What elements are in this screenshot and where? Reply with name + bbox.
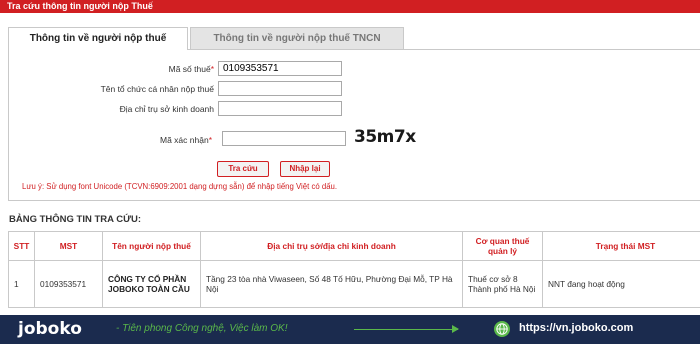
column-header-agency: Cơ quan thuế quản lý: [462, 231, 543, 261]
arrow-right-icon: [452, 325, 459, 333]
column-header-status: Trạng thái MST: [542, 231, 700, 261]
results-table: STT MST Tên người nộp thuế Địa chỉ trụ s…: [8, 231, 700, 308]
captcha-image: 35m7x: [354, 127, 416, 147]
cell-name: CÔNG TY CỔ PHẦN JOBOKO TOÀN CẦU: [102, 260, 201, 308]
captcha-label: Mã xác nhận*: [160, 135, 212, 145]
tab-personal-income-taxpayer-info[interactable]: Thông tin về người nộp thuế TNCN: [190, 27, 404, 49]
page: Tra cứu thông tin người nộp Thuế Thông t…: [0, 0, 700, 344]
search-button[interactable]: Tra cứu: [217, 161, 269, 177]
cell-status: NNT đang hoạt động: [542, 260, 700, 308]
column-header-stt: STT: [8, 231, 35, 261]
column-header-mst: MST: [34, 231, 103, 261]
results-section-title: BẢNG THÔNG TIN TRA CỨU:: [9, 214, 142, 225]
org-name-label: Tên tổ chức cá nhân nộp thuế: [100, 84, 214, 94]
captcha-input[interactable]: [222, 131, 346, 146]
column-header-address: Địa chỉ trụ sở/địa chỉ kinh doanh: [200, 231, 463, 261]
globe-icon: [494, 321, 510, 337]
footer-banner: joboko - Tiên phong Công nghệ, Việc làm …: [0, 315, 700, 344]
cell-stt: 1: [8, 260, 35, 308]
tax-code-label: Mã số thuế*: [168, 64, 214, 74]
cell-address: Tầng 23 tòa nhà Viwaseen, Số 48 Tố Hữu, …: [200, 260, 463, 308]
joboko-logo: joboko: [18, 319, 82, 339]
footer-slogan: - Tiên phong Công nghệ, Việc làm OK!: [116, 323, 288, 334]
table-header-row: STT MST Tên người nộp thuế Địa chỉ trụ s…: [8, 231, 700, 261]
unicode-note: Lưu ý: Sử dụng font Unicode (TCVN:6909:2…: [22, 182, 338, 191]
cell-agency: Thuế cơ sở 8 Thành phố Hà Nội: [462, 260, 543, 308]
reset-button[interactable]: Nhập lại: [280, 161, 330, 177]
table-row: 1 0109353571 CÔNG TY CỔ PHẦN JOBOKO TOÀN…: [8, 260, 700, 308]
tab-taxpayer-info[interactable]: Thông tin về người nộp thuế: [8, 27, 188, 50]
column-header-name: Tên người nộp thuế: [102, 231, 201, 261]
org-name-input[interactable]: [218, 81, 342, 96]
cell-mst: 0109353571: [34, 260, 103, 308]
address-label: Địa chỉ trụ sở kinh doanh: [119, 104, 214, 114]
address-input[interactable]: [218, 101, 342, 116]
footer-website-link[interactable]: https://vn.joboko.com: [519, 322, 633, 334]
arrow-line: [354, 329, 458, 330]
tax-code-input[interactable]: [218, 61, 342, 76]
page-title: Tra cứu thông tin người nộp Thuế: [0, 0, 700, 13]
